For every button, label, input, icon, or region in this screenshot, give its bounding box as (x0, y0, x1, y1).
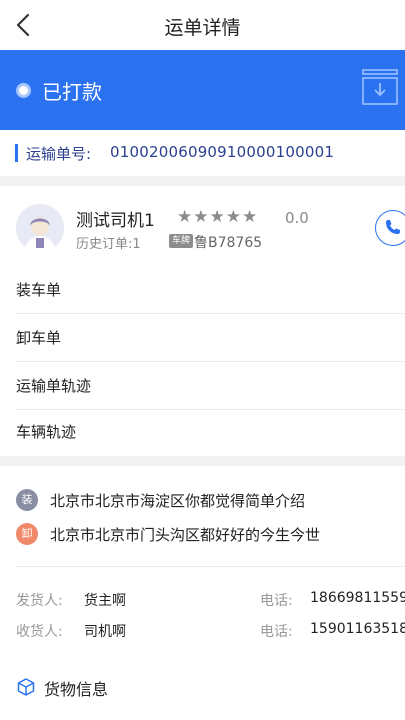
phone-icon[interactable] (375, 210, 405, 246)
receiver-name: 司机啊 (84, 624, 126, 640)
order-number-label: 运输单号: (26, 145, 92, 163)
avatar (16, 204, 64, 252)
sender-phone-clip: 18669811559 (310, 589, 405, 613)
menu-item-unloading-list[interactable]: 卸车单 (16, 314, 405, 362)
driver-name: 测试司机1 (76, 211, 155, 231)
status-dot-icon (16, 83, 31, 98)
receiver-label: 收货人: (16, 624, 63, 640)
accent-bar (15, 144, 18, 162)
receiver-phone[interactable]: 15901163518 (310, 621, 405, 637)
history-orders: 历史订单:1 (76, 237, 141, 252)
sender-phone[interactable]: 18669811559 (310, 590, 405, 606)
route-card: 装 北京市北京市海淀区你都觉得简单介绍 卸 北京市北京市门头沟区都好好的今生今世… (0, 466, 405, 720)
unload-address: 北京市北京市门头沟区都好好的今生今世 (50, 526, 321, 544)
load-badge: 装 (16, 489, 38, 511)
sender-name: 货主啊 (84, 593, 126, 609)
nav-bar: 运单详情 (0, 0, 405, 50)
load-address: 北京市北京市海淀区你都觉得简单介绍 (50, 492, 306, 510)
cube-icon (16, 677, 36, 697)
divider (16, 566, 405, 567)
cargo-section-title: 货物信息 (44, 680, 109, 699)
driver-card: 测试司机1 ★★★★★ 0.0 历史订单:1 车牌 鲁B78765 装车单 卸车… (0, 186, 405, 456)
menu-item-vehicle-track[interactable]: 车辆轨迹 (16, 408, 405, 456)
page-title: 运单详情 (164, 17, 241, 39)
receiver-phone-label: 电话: (260, 624, 293, 640)
receiver-phone-clip: 15901163518 (310, 620, 405, 644)
menu-item-order-track[interactable]: 运输单轨迹 (16, 362, 405, 410)
order-number-row: 运输单号: 01002006090910000100001 (0, 130, 405, 176)
download-tray-icon[interactable] (361, 68, 399, 106)
unload-badge: 卸 (16, 523, 38, 545)
plate-number: 鲁B78765 (194, 235, 263, 251)
sender-phone-label: 电话: (260, 593, 293, 609)
rating-value: 0.0 (285, 209, 309, 227)
rating-stars: ★★★★★ (177, 207, 259, 227)
order-number-value: 01002006090910000100001 (110, 143, 335, 161)
sender-label: 发货人: (16, 593, 63, 609)
status-text: 已打款 (42, 80, 102, 104)
menu-item-loading-list[interactable]: 装车单 (16, 266, 405, 314)
plate-tag: 车牌 (169, 234, 194, 248)
